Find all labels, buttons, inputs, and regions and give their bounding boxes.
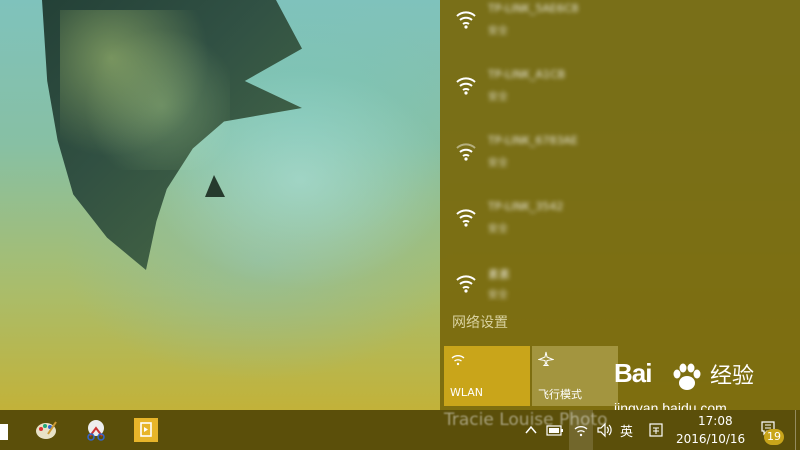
network-ssid: TP-LINK_A1CB (488, 68, 566, 81)
wifi-icon (451, 355, 465, 366)
battery-icon[interactable] (546, 422, 564, 438)
wifi-signal-icon (456, 275, 476, 293)
network-ssid: TP-LINK_3542 (488, 200, 564, 213)
clock-date[interactable]: 2016/10/16 (676, 432, 745, 446)
airplane-mode-tile[interactable]: 飞行模式 (532, 346, 618, 406)
network-item[interactable]: TP-LINK_A1CB 安全 (440, 66, 800, 126)
file-explorer-icon[interactable] (134, 418, 158, 442)
airplane-icon (538, 351, 554, 366)
network-status: 安全 (488, 224, 508, 235)
network-status: 安全 (488, 26, 508, 37)
wifi-signal-icon (456, 77, 476, 95)
wlan-toggle-tile[interactable]: WLAN (444, 346, 530, 406)
wifi-signal-icon (456, 143, 476, 161)
network-status: 安全 (488, 290, 508, 301)
network-item[interactable]: TP-LINK_6783AE 安全 (440, 132, 800, 192)
network-status: 安全 (488, 92, 508, 103)
network-ssid: TP-LINK_5AE6C8 (488, 2, 579, 15)
network-item[interactable]: TP-LINK_3542 安全 (440, 198, 800, 258)
wlan-tile-label: WLAN (450, 386, 484, 399)
notification-count-badge: 19 (764, 429, 784, 445)
wifi-signal-icon (456, 11, 476, 29)
paw-icon (673, 363, 701, 390)
wallpaper-moss (60, 10, 230, 170)
watermark-brand-right: 经验 (710, 363, 755, 388)
chevron-up-icon[interactable] (523, 422, 539, 438)
watermark-brand-left: Bai (614, 358, 652, 388)
network-ssid: 素素 (488, 268, 510, 281)
volume-icon[interactable] (596, 422, 612, 438)
airplane-tile-label: 飞行模式 (538, 388, 582, 401)
wifi-signal-icon (456, 209, 476, 227)
baidu-watermark: Bai 经验 jingyan.baidu.com (610, 358, 800, 418)
network-settings-link[interactable]: 网络设置 (452, 312, 508, 332)
store-bag-icon[interactable] (0, 418, 10, 442)
show-desktop-button[interactable] (795, 410, 800, 450)
clock-time[interactable]: 17:08 (698, 414, 733, 428)
network-status: 安全 (488, 158, 508, 169)
network-item[interactable]: TP-LINK_5AE6C8 安全 (440, 0, 800, 60)
snipping-tool-icon[interactable] (84, 418, 108, 442)
wifi-tray-icon[interactable] (573, 422, 589, 438)
input-method-indicator[interactable]: 英 (620, 421, 633, 440)
input-mode-icon[interactable] (648, 422, 664, 438)
paint-app-icon[interactable] (34, 418, 58, 442)
network-ssid: TP-LINK_6783AE (488, 134, 578, 147)
